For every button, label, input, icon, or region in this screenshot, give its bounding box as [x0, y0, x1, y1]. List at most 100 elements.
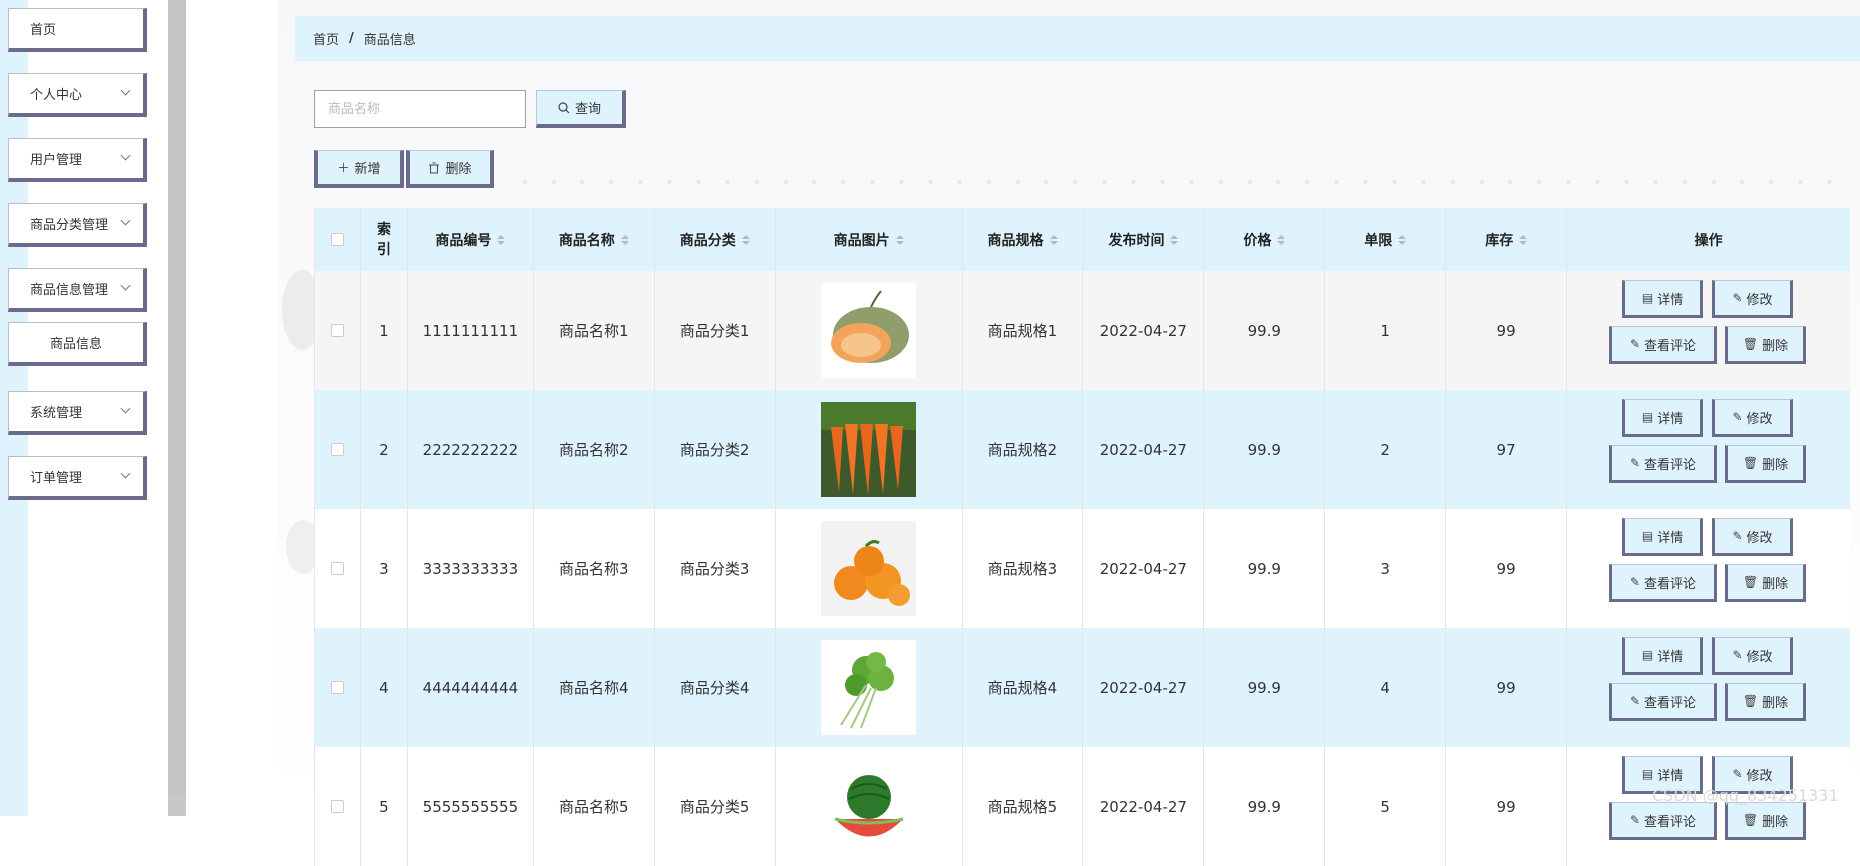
- row-select[interactable]: [315, 509, 361, 628]
- table-row: 3 3333333333 商品名称3 商品分类3 商品规格3 2022-04-2…: [314, 509, 1851, 628]
- cell-category: 商品分类4: [654, 628, 776, 747]
- cell-index: 1: [360, 271, 408, 390]
- sort-icon[interactable]: [497, 234, 506, 245]
- detail-button[interactable]: ▤ 详情: [1622, 399, 1704, 437]
- header-label: 价格: [1243, 232, 1272, 249]
- header-label: 商品规格: [987, 232, 1044, 249]
- detail-button[interactable]: ▤ 详情: [1622, 518, 1704, 556]
- sort-icon[interactable]: [895, 234, 904, 245]
- sidebar-item-home[interactable]: 首页: [8, 8, 147, 52]
- pencil-icon: ✎: [1629, 337, 1641, 351]
- header-label: 商品图片: [833, 232, 890, 249]
- review-label: 查看评论: [1644, 457, 1697, 473]
- edit-label: 修改: [1746, 649, 1773, 665]
- header-limit[interactable]: 单限: [1325, 208, 1447, 271]
- sidebar-item-system-management[interactable]: 系统管理: [8, 391, 147, 435]
- edit-button[interactable]: ✎ 修改: [1712, 637, 1794, 675]
- product-image-oranges[interactable]: [821, 521, 917, 616]
- view-reviews-button[interactable]: ✎ 查看评论: [1609, 802, 1718, 840]
- view-reviews-button[interactable]: ✎ 查看评论: [1609, 683, 1718, 721]
- sidebar-item-personal-center[interactable]: 个人中心: [8, 73, 147, 117]
- row-checkbox[interactable]: [330, 324, 344, 337]
- header-code[interactable]: 商品编号: [407, 208, 534, 271]
- delete-button[interactable]: 🗑 删除: [1725, 564, 1807, 602]
- sidebar-subitem-product-info[interactable]: 商品信息: [8, 322, 147, 366]
- query-button[interactable]: 查询: [536, 90, 626, 128]
- cell-category: 商品分类2: [654, 390, 776, 509]
- edit-label: 修改: [1746, 411, 1773, 427]
- delete-button[interactable]: 🗑 删除: [1725, 802, 1807, 840]
- header-stock[interactable]: 库存: [1446, 208, 1568, 271]
- cell-image: [775, 271, 963, 390]
- sidebar-item-user-management[interactable]: 用户管理: [8, 138, 147, 182]
- cell-category: 商品分类3: [654, 509, 776, 628]
- header-label: 单限: [1364, 232, 1393, 249]
- header-image[interactable]: 商品图片: [775, 208, 963, 271]
- cell-spec: 商品规格4: [962, 628, 1084, 747]
- header-spec[interactable]: 商品规格: [962, 208, 1084, 271]
- row-checkbox[interactable]: [330, 681, 344, 694]
- product-image-carrots[interactable]: [821, 402, 917, 497]
- delete-button[interactable]: 🗑 删除: [1725, 683, 1807, 721]
- view-reviews-button[interactable]: ✎ 查看评论: [1609, 564, 1718, 602]
- sidebar-item-label: 商品信息: [49, 337, 102, 352]
- add-button-label: 新增: [354, 162, 381, 177]
- view-reviews-button[interactable]: ✎ 查看评论: [1609, 326, 1718, 364]
- sort-icon[interactable]: [1170, 234, 1179, 245]
- product-image-watermelon[interactable]: [821, 759, 917, 854]
- edit-button[interactable]: ✎ 修改: [1712, 518, 1794, 556]
- row-select[interactable]: [315, 747, 361, 866]
- row-checkbox[interactable]: [330, 562, 344, 575]
- header-price[interactable]: 价格: [1204, 208, 1326, 271]
- scrollbar-thumb[interactable]: [168, 0, 186, 795]
- view-reviews-button[interactable]: ✎ 查看评论: [1609, 445, 1718, 483]
- edit-button[interactable]: ✎ 修改: [1712, 399, 1794, 437]
- header-select-all[interactable]: [315, 208, 361, 271]
- cell-image: [775, 628, 963, 747]
- sort-icon[interactable]: [1277, 234, 1286, 245]
- sort-icon[interactable]: [741, 234, 750, 245]
- edit-label: 修改: [1746, 292, 1773, 308]
- edit-button[interactable]: ✎ 修改: [1712, 280, 1794, 318]
- sort-icon[interactable]: [1398, 234, 1407, 245]
- delete-button[interactable]: 🗑 删除: [1725, 326, 1807, 364]
- product-image-coriander[interactable]: [821, 640, 917, 735]
- cell-price: 99.9: [1204, 509, 1326, 628]
- row-checkbox[interactable]: [330, 443, 344, 456]
- add-button[interactable]: ＋ 新增: [314, 150, 404, 188]
- cell-name: 商品名称5: [533, 747, 655, 866]
- cell-actions: ▤ 详情 ✎ 修改 ✎ 查看评论 🗑 删除: [1567, 390, 1851, 509]
- detail-button[interactable]: ▤ 详情: [1622, 280, 1704, 318]
- sort-icon[interactable]: [620, 234, 629, 245]
- document-icon: ▤: [1641, 291, 1654, 305]
- product-image-cantaloupe[interactable]: [821, 283, 917, 378]
- table-row: 1 1111111111 商品名称1 商品分类1 商品规格1 2022-04-2…: [314, 271, 1851, 390]
- cell-stock: 97: [1446, 390, 1568, 509]
- sort-icon[interactable]: [1519, 234, 1528, 245]
- sidebar-item-category-management[interactable]: 商品分类管理: [8, 203, 147, 247]
- cell-spec: 商品规格3: [962, 509, 1084, 628]
- row-select[interactable]: [315, 628, 361, 747]
- delete-button[interactable]: 🗑 删除: [1725, 445, 1807, 483]
- header-date[interactable]: 发布时间: [1083, 208, 1205, 271]
- sort-icon[interactable]: [1049, 234, 1058, 245]
- sidebar-scrollbar[interactable]: [168, 0, 186, 816]
- sidebar-item-label: 订单管理: [30, 471, 83, 486]
- detail-button[interactable]: ▤ 详情: [1622, 637, 1704, 675]
- chevron-down-icon: [120, 468, 131, 479]
- header-index: 索引: [360, 208, 408, 271]
- table-row: 2 2222222222 商品名称2 商品分类2 商品规格2 2022-04-2…: [314, 390, 1851, 509]
- product-name-search-input[interactable]: [314, 90, 526, 128]
- sidebar-item-order-management[interactable]: 订单管理: [8, 456, 147, 500]
- breadcrumb-home[interactable]: 首页: [313, 29, 339, 48]
- batch-delete-button[interactable]: 删除: [406, 150, 494, 188]
- row-select[interactable]: [315, 271, 361, 390]
- header-category[interactable]: 商品分类: [654, 208, 776, 271]
- cell-code: 2222222222: [407, 390, 534, 509]
- sidebar-item-product-management[interactable]: 商品信息管理: [8, 268, 147, 312]
- header-name[interactable]: 商品名称: [533, 208, 655, 271]
- row-checkbox[interactable]: [330, 800, 344, 813]
- row-select[interactable]: [315, 390, 361, 509]
- select-all-checkbox[interactable]: [330, 233, 344, 246]
- chevron-down-icon: [120, 85, 131, 96]
